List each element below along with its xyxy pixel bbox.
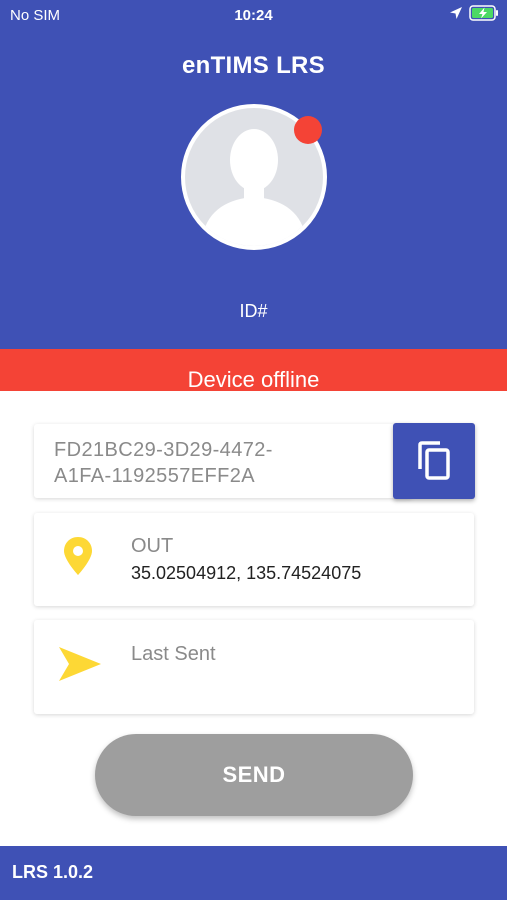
app-title: enTIMS LRS: [181, 52, 325, 79]
app-version: LRS 1.0.2: [12, 862, 94, 882]
app-header: No SIM 10:24 enTIMS LRS ID#: [0, 0, 507, 349]
last-sent-card: Last Sent: [34, 620, 474, 714]
device-id-line-2: A1FA-1192557EFF2A: [54, 465, 255, 487]
copy-id-button[interactable]: [393, 423, 475, 499]
location-arrow-icon: [450, 7, 462, 19]
send-button-label: SEND: [222, 762, 286, 787]
copy-icon: [418, 441, 450, 480]
status-bar: No SIM 10:24: [0, 0, 507, 32]
location-status: OUT: [131, 535, 174, 557]
status-icons: [449, 5, 499, 21]
send-icon: [59, 647, 101, 681]
status-time: 10:24: [234, 7, 273, 24]
send-button[interactable]: SEND: [95, 734, 413, 816]
location-card: OUT 35.02504912, 135.74524075: [34, 513, 474, 606]
offline-banner-text: Device offline: [187, 367, 320, 392]
device-id: FD21BC29-3D29-4472- A1FA-1192557EFF2A: [54, 437, 354, 489]
battery-charging-icon: [469, 5, 498, 21]
device-id-card: FD21BC29-3D29-4472- A1FA-1192557EFF2A: [34, 424, 412, 498]
user-id-label: ID#: [239, 301, 268, 321]
device-id-line-1: FD21BC29-3D29-4472-: [54, 439, 273, 461]
map-pin-icon: [64, 537, 92, 575]
notification-dot: [294, 116, 322, 144]
footer-bar: LRS 1.0.2: [0, 846, 507, 900]
last-sent-label: Last Sent: [131, 643, 216, 665]
location-coordinates: 35.02504912, 135.74524075: [131, 563, 362, 583]
offline-banner: Device offline: [0, 349, 507, 391]
